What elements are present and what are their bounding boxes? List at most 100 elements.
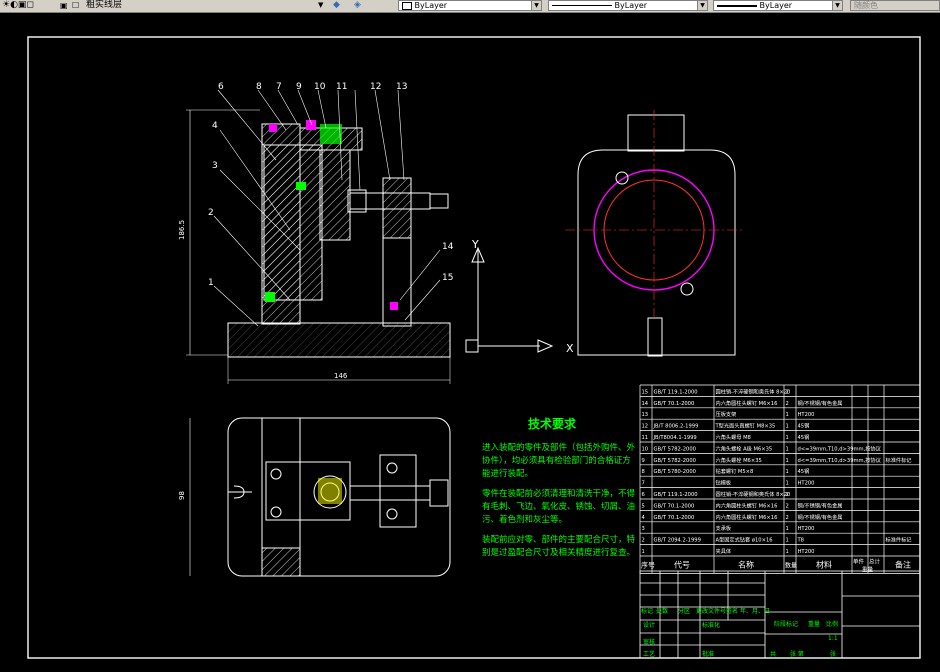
tech-line: 有毛刺、飞边、氧化皮、锈蚀、切屑、油 xyxy=(482,501,635,512)
balloon-2: 2 xyxy=(208,208,214,218)
bom-cell-no: 7 xyxy=(642,481,645,487)
bom-cell-qty: 1 xyxy=(786,469,789,475)
bom-header-code: 代号 xyxy=(674,559,690,569)
tb-label: 年、月、日 xyxy=(740,607,770,615)
bom-cell-mat: HT200 xyxy=(798,412,815,418)
bom-cell-name: 六角头螺栓 A级 M6×35 xyxy=(716,444,773,452)
bom-cell-code: GB/T 70.1-2000 xyxy=(654,503,695,509)
tech-line: 协件），均必须具有检验部门的合格证方 xyxy=(482,455,631,466)
bom-cell-note: 标准件标记 xyxy=(886,536,912,544)
bom-cell-name: 圆柱销-不淬硬钢和奥氏体 8×20 xyxy=(716,387,791,395)
bom-cell-no: 1 xyxy=(642,549,645,555)
bom-cell-no: 2 xyxy=(642,538,645,544)
bom-cell-no: 8 xyxy=(642,469,645,475)
chevron-down-icon[interactable]: ▼ xyxy=(697,1,707,10)
color-combo-value: ByLayer xyxy=(414,1,448,10)
tb-scale-value: 1:1 xyxy=(828,635,838,642)
bom-cell-no: 6 xyxy=(642,492,645,498)
bom-cell-mat: HT200 xyxy=(798,549,815,555)
tb-sheets: 共 xyxy=(770,650,776,658)
bom-cell-name: 六角头螺母 M8 xyxy=(716,433,751,441)
ucs-x-label: X xyxy=(566,342,574,355)
linetype-sample xyxy=(552,5,612,6)
bom-cell-qty: 2 xyxy=(786,401,789,407)
balloon-12: 12 xyxy=(370,82,381,92)
bom-cell-no: 3 xyxy=(642,526,645,532)
bom-cell-code: GB/T 70.1-2000 xyxy=(654,401,695,407)
bom-cell-code: GB/T 5782-2000 xyxy=(654,446,696,452)
tb-sheet-of: 张 第 xyxy=(790,650,804,658)
plotstyle-combo[interactable]: 随颜色 xyxy=(850,0,940,11)
bom-cell-qty: 2 xyxy=(786,503,789,509)
tech-line: 能进行装配。 xyxy=(482,468,533,479)
bracket-head xyxy=(382,177,412,239)
bom-cell-code: GB/T 70.1-2000 xyxy=(654,515,695,521)
balloon-6: 6 xyxy=(218,82,224,92)
bom-cell-code: GB/T 119.1-2000 xyxy=(654,492,698,498)
chevron-down-icon[interactable]: ▼ xyxy=(832,1,842,10)
bom-cell-mat: T8 xyxy=(797,538,804,544)
layer-previous-icon[interactable]: ◈ xyxy=(354,0,361,11)
layer-name[interactable]: 粗实线层 xyxy=(86,0,122,11)
bom-cell-code: JB/T8004.1-1999 xyxy=(653,435,697,441)
bom-cell-name: 内六角圆柱头螺钉 M6×16 xyxy=(716,513,778,521)
ucs-y-label: Y xyxy=(471,238,479,251)
tech-line: 别是过盈配合尺寸及相关精度进行复查。 xyxy=(482,547,635,558)
bom-cell-no: 10 xyxy=(642,446,649,452)
lineweight-combo[interactable]: ByLayer ▼ xyxy=(713,0,843,11)
bom-cell-code: JB/T 8006.2-1999 xyxy=(653,424,699,430)
bom-cell-qty: 1 xyxy=(786,538,789,544)
bom-cell-name: 内六角圆柱头螺钉 M6×16 xyxy=(716,399,778,407)
bom-cell-qty: 1 xyxy=(786,424,789,430)
dim-height-text: 186.5 xyxy=(178,220,186,240)
bom-cell-note: 标准件标记 xyxy=(886,456,912,464)
bom-cell-name: 六角头螺栓 M6×35 xyxy=(716,456,762,464)
bom-cell-name: 圆柱销-不淬硬钢和奥氏体 8×20 xyxy=(716,490,791,498)
bom-header-qty: 数量 xyxy=(785,561,797,569)
layer-dropdown-icon[interactable]: ▼ xyxy=(318,0,323,11)
balloon-4: 4 xyxy=(212,121,218,131)
bom-cell-name: T型光面头直螺钉 M8×35 xyxy=(715,422,776,430)
make-current-layer-icon[interactable]: ◆ xyxy=(333,0,340,11)
bom-cell-no: 15 xyxy=(642,389,649,395)
bom-cell-qty: 1 xyxy=(786,481,789,487)
balloon-1: 1 xyxy=(208,278,214,288)
layer-state-icons[interactable]: ☀◐▣◻ xyxy=(2,0,34,11)
tech-line: 污、着色剂和灰尘等。 xyxy=(482,514,567,525)
layer-lock-icon[interactable]: ▣ xyxy=(60,0,68,11)
bom-cell-code: GB/T 2094.2-1999 xyxy=(654,538,701,544)
bom-cell-mat: HT200 xyxy=(798,481,815,487)
bom-cell-no: 13 xyxy=(642,412,649,418)
balloon-8: 8 xyxy=(256,82,262,92)
bom-header-name: 名称 xyxy=(738,559,754,569)
linetype-combo[interactable]: ByLayer ▼ xyxy=(548,0,708,11)
bom-cell-mat: d<=39mm,T10,d>39mm,按协议 xyxy=(798,456,882,464)
bom-cell-mat: d<=39mm,T10,d>39mm,按协议 xyxy=(798,444,882,452)
tb-review: 审核 xyxy=(643,638,655,646)
tb-approve: 批准 xyxy=(702,650,714,658)
clamp-arm xyxy=(319,149,351,241)
bom-cell-qty: 1 xyxy=(786,435,789,441)
bom-cell-mat: 45钢 xyxy=(798,467,810,475)
dim-width-text: 146 xyxy=(334,372,348,380)
dim-top-height-text: 98 xyxy=(178,491,186,500)
bom-cell-qty: 1 xyxy=(786,526,789,532)
chevron-down-icon[interactable]: ▼ xyxy=(531,1,541,10)
color-combo[interactable]: ByLayer ▼ xyxy=(398,0,542,11)
tech-line: 装配前应对零、部件的主要配合尺寸，特 xyxy=(482,534,636,545)
balloon-10: 10 xyxy=(314,82,326,92)
bom-header-weight: 重量 xyxy=(862,565,874,573)
tb-label: 签名 xyxy=(726,607,738,615)
lineweight-sample xyxy=(717,4,757,7)
drawing-canvas[interactable]: 6 8 7 9 10 11 12 13 4 3 2 1 14 15 186.5 … xyxy=(0,13,940,672)
tb-design: 设计 xyxy=(643,621,655,629)
layer-color-swatch: ☐ xyxy=(72,1,80,10)
bom-cell-qty: 1 xyxy=(786,549,789,555)
bom-cell-name: 压板支架 xyxy=(716,410,737,418)
bom-cell-code: GB/T 5780-2000 xyxy=(654,469,696,475)
bom-cell-qty: 1 xyxy=(786,458,789,464)
bom-cell-no: 14 xyxy=(642,401,649,407)
bom-cell-no: 5 xyxy=(642,503,645,509)
tech-line: 进入装配的零件及部件（包括外购件、外 xyxy=(482,442,636,453)
bom-header-unit-weight: 单件 xyxy=(853,557,865,565)
